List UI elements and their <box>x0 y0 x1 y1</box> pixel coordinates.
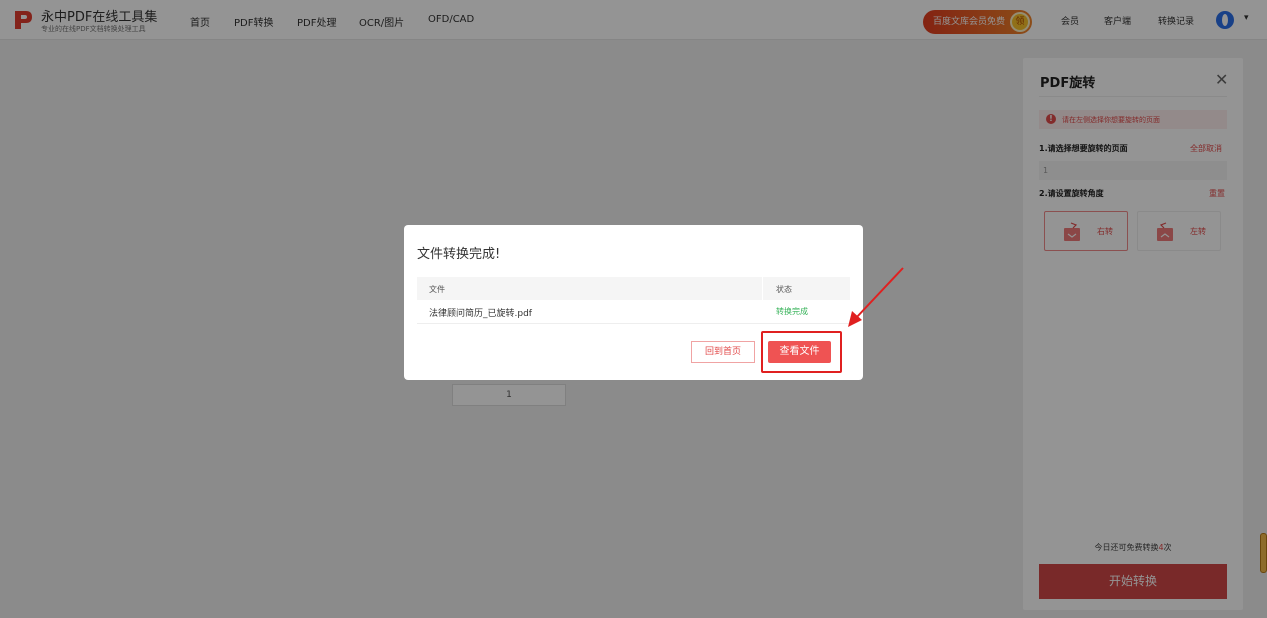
back-home-button[interactable]: 回到首页 <box>691 341 755 363</box>
column-header-file: 文件 <box>429 285 445 294</box>
view-file-button[interactable]: 查看文件 <box>768 341 831 363</box>
table-row: 法律顾问简历_已旋转.pdf 转换完成 <box>417 300 850 324</box>
file-name: 法律顾问简历_已旋转.pdf <box>429 309 532 319</box>
divider <box>762 277 763 300</box>
status-text: 转换完成 <box>776 307 808 316</box>
conversion-complete-dialog: 文件转换完成! 文件 状态 法律顾问简历_已旋转.pdf 转换完成 回到首页 查… <box>404 225 863 380</box>
dialog-title: 文件转换完成! <box>417 247 501 262</box>
table-header: 文件 状态 <box>417 277 850 300</box>
column-header-status: 状态 <box>776 285 792 294</box>
